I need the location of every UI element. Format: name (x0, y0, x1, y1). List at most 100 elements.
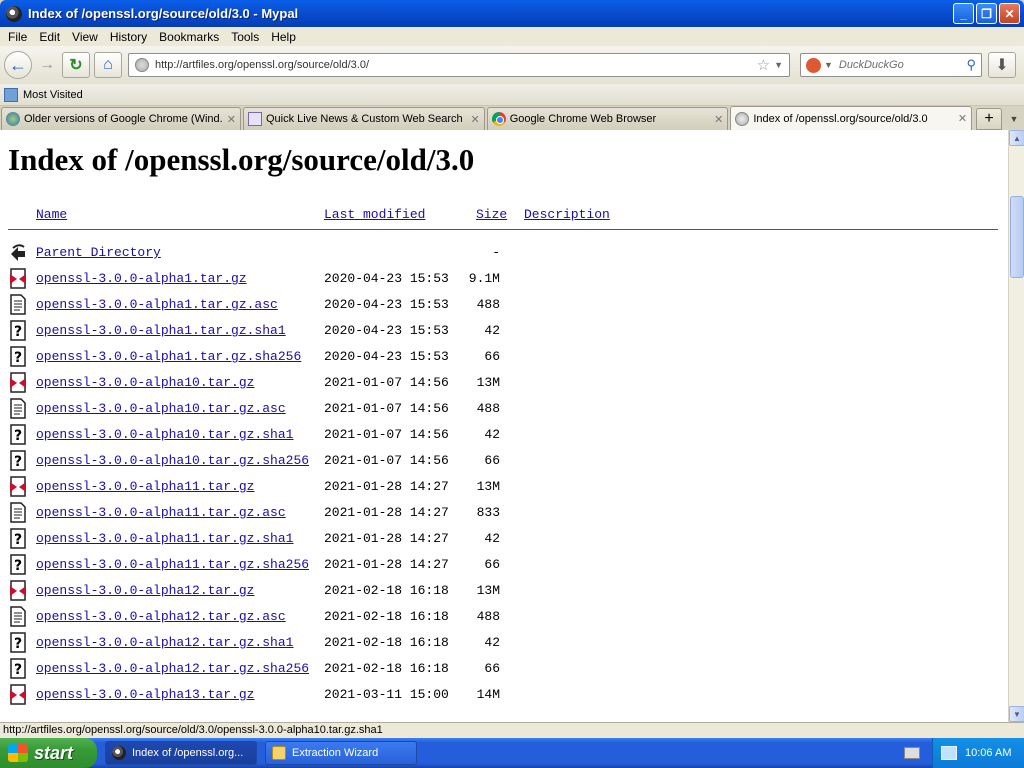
file-link[interactable]: openssl-3.0.0-alpha11.tar.gz (36, 479, 254, 494)
network-icon[interactable] (941, 746, 957, 760)
tab-close-icon[interactable]: ✕ (227, 113, 236, 126)
start-label: start (34, 742, 74, 763)
reload-button[interactable]: ↻ (62, 52, 90, 78)
close-button[interactable]: ✕ (999, 3, 1020, 24)
file-link[interactable]: openssl-3.0.0-alpha1.tar.gz.asc (36, 297, 278, 312)
tab-chrome-versions[interactable]: Older versions of Google Chrome (Wind...… (1, 107, 241, 130)
downloads-button[interactable]: ⬇ (988, 52, 1016, 78)
parent-directory-link[interactable]: Parent Directory (36, 245, 161, 260)
file-link[interactable]: openssl-3.0.0-alpha10.tar.gz (36, 375, 254, 390)
home-icon: ⌂ (103, 56, 113, 73)
home-button[interactable]: ⌂ (94, 52, 122, 78)
bookmark-most-visited[interactable]: Most Visited (23, 89, 83, 101)
menu-edit[interactable]: Edit (33, 30, 66, 44)
file-link[interactable]: openssl-3.0.0-alpha12.tar.gz.sha1 (36, 635, 293, 650)
site-identity-icon[interactable] (135, 58, 149, 72)
keyboard-icon[interactable] (904, 747, 920, 759)
taskbar-item-extraction-wizard[interactable]: Extraction Wizard (265, 741, 417, 765)
text-file-icon (10, 398, 26, 419)
tab-close-icon[interactable]: ✕ (714, 113, 723, 126)
file-row: openssl-3.0.0-alpha11.tar.gz 2021-01-28 1… (0, 474, 1000, 500)
url-input[interactable]: http://artfiles.org/openssl.org/source/o… (155, 59, 757, 71)
column-header-last-modified[interactable]: Last modified (324, 207, 425, 222)
tab-close-icon[interactable]: ✕ (470, 113, 479, 126)
search-bar[interactable]: ▼ DuckDuckGo ⚲ (800, 53, 982, 77)
tab-index-openssl[interactable]: Index of /openssl.org/source/old/3.0 ✕ (730, 106, 973, 130)
file-date: 2021-02-18 16:18 (324, 661, 449, 676)
menu-tools[interactable]: Tools (225, 30, 265, 44)
tab-label: Quick Live News & Custom Web Search (266, 113, 463, 125)
cursor-icon (248, 112, 262, 126)
sort-by-name-link[interactable]: Name (36, 207, 67, 222)
column-header-name[interactable]: Name (36, 207, 67, 222)
file-link[interactable]: openssl-3.0.0-alpha13.tar.gz (36, 687, 254, 702)
file-date: 2021-01-28 14:27 (324, 505, 449, 520)
file-link[interactable]: openssl-3.0.0-alpha1.tar.gz.sha256 (36, 349, 301, 364)
vertical-scrollbar[interactable]: ▲ ▼ (1008, 130, 1024, 722)
menu-view[interactable]: View (66, 30, 104, 44)
file-link[interactable]: openssl-3.0.0-alpha11.tar.gz.asc (36, 505, 286, 520)
file-link[interactable]: openssl-3.0.0-alpha10.tar.gz.asc (36, 401, 286, 416)
search-input[interactable]: DuckDuckGo (839, 59, 967, 71)
duckduckgo-icon[interactable] (806, 57, 821, 73)
back-button[interactable]: ← (4, 51, 32, 79)
file-link[interactable]: openssl-3.0.0-alpha1.tar.gz.sha1 (36, 323, 286, 338)
file-link[interactable]: openssl-3.0.0-alpha12.tar.gz.asc (36, 609, 286, 624)
scroll-up-button[interactable]: ▲ (1009, 130, 1024, 146)
taskbar-item-browser[interactable]: Index of /openssl.org... (105, 741, 257, 765)
file-date: 2021-01-28 14:27 (324, 479, 449, 494)
file-size: 66 (484, 557, 500, 572)
forward-button[interactable]: → (36, 52, 58, 78)
menu-history[interactable]: History (104, 30, 153, 44)
tab-close-icon[interactable]: ✕ (958, 112, 967, 125)
window-titlebar[interactable]: Index of /openssl.org/source/old/3.0 - M… (0, 0, 1024, 27)
tab-list-button[interactable]: ▼ (1004, 108, 1024, 130)
window-title: Index of /openssl.org/source/old/3.0 - M… (28, 6, 299, 21)
file-link[interactable]: openssl-3.0.0-alpha1.tar.gz (36, 271, 247, 286)
start-button[interactable]: start (0, 738, 97, 768)
menu-bookmarks[interactable]: Bookmarks (153, 30, 225, 44)
new-tab-button[interactable]: + (976, 108, 1003, 130)
file-link[interactable]: openssl-3.0.0-alpha12.tar.gz.sha256 (36, 661, 309, 676)
sort-by-date-link[interactable]: Last modified (324, 207, 425, 222)
unknown-file-icon: ? (10, 528, 26, 549)
file-link[interactable]: openssl-3.0.0-alpha11.tar.gz.sha256 (36, 557, 309, 572)
scrollbar-thumb[interactable] (1010, 196, 1024, 278)
file-row: openssl-3.0.0-alpha1.tar.gz.asc 2020-04-2… (0, 292, 1000, 318)
svg-text:?: ? (14, 350, 22, 366)
chrome-icon (491, 112, 506, 126)
file-link[interactable]: openssl-3.0.0-alpha10.tar.gz.sha1 (36, 427, 293, 442)
bookmark-star-icon[interactable]: ☆ (757, 56, 770, 74)
column-header-description[interactable]: Description (524, 207, 610, 222)
url-bar[interactable]: http://artfiles.org/openssl.org/source/o… (128, 53, 790, 77)
svg-text:?: ? (14, 532, 22, 548)
scroll-down-button[interactable]: ▼ (1009, 706, 1024, 722)
plus-icon: + (984, 110, 994, 127)
file-row: openssl-3.0.0-alpha10.tar.gz.asc 2021-01-… (0, 396, 1000, 422)
taskbar-item-label: Extraction Wizard (292, 747, 379, 759)
file-link[interactable]: openssl-3.0.0-alpha12.tar.gz (36, 583, 254, 598)
maximize-button[interactable]: ❐ (976, 3, 997, 24)
file-row: ? openssl-3.0.0-alpha10.tar.gz.sha1 2021-0… (0, 422, 1000, 448)
tab-google-chrome[interactable]: Google Chrome Web Browser ✕ (486, 107, 729, 130)
search-icon[interactable]: ⚲ (966, 57, 976, 73)
menu-help[interactable]: Help (265, 30, 302, 44)
svg-text:?: ? (14, 636, 22, 652)
system-tray: 10:06 AM (932, 738, 1024, 768)
unknown-file-icon: ? (10, 632, 26, 653)
file-date: 2020-04-23 15:53 (324, 323, 449, 338)
tab-quick-live-news[interactable]: Quick Live News & Custom Web Search ✕ (243, 107, 485, 130)
sort-by-size-link[interactable]: Size (476, 207, 507, 222)
url-dropdown-icon[interactable]: ▼ (774, 60, 783, 70)
menu-file[interactable]: File (2, 30, 33, 44)
download-icon: ⬇ (995, 57, 1009, 74)
column-header-size[interactable]: Size (476, 207, 507, 222)
clock[interactable]: 10:06 AM (965, 747, 1011, 759)
sort-by-description-link[interactable]: Description (524, 207, 610, 222)
mypal-icon[interactable] (6, 5, 22, 22)
file-link[interactable]: openssl-3.0.0-alpha10.tar.gz.sha256 (36, 453, 309, 468)
search-engine-dropdown-icon[interactable]: ▼ (824, 60, 833, 70)
file-date: 2021-01-28 14:27 (324, 557, 449, 572)
minimize-button[interactable]: _ (953, 3, 974, 24)
file-link[interactable]: openssl-3.0.0-alpha11.tar.gz.sha1 (36, 531, 293, 546)
